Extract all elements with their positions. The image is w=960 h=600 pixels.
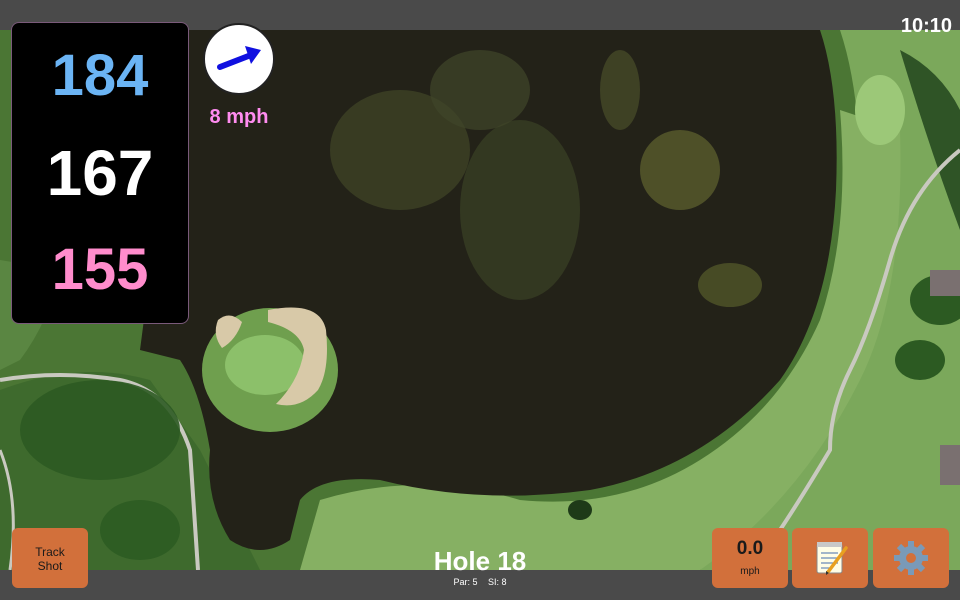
shot-speed-button[interactable]: 0.0 mph — [712, 528, 788, 588]
clock: 10:10 — [900, 15, 952, 37]
track-shot-label-line2: Shot — [37, 559, 63, 573]
shot-speed-value: 0.0 — [736, 538, 764, 559]
wind-indicator — [203, 23, 275, 95]
gear-icon — [894, 541, 928, 575]
shot-speed-unit: mph — [740, 566, 760, 577]
front-distance: 155 — [51, 237, 149, 302]
hole-info: Par: 5 SI: 8 — [380, 577, 580, 587]
track-shot-label-line1: Track — [35, 545, 65, 559]
notes-button[interactable] — [792, 528, 868, 588]
distance-panel: 184 167 155 — [11, 22, 189, 324]
hole-par: Par: 5 — [453, 577, 478, 587]
wind-speed-label: 8 mph — [209, 106, 269, 128]
middle-distance: 167 — [46, 137, 154, 209]
tee-box — [855, 75, 905, 145]
back-distance: 184 — [51, 43, 149, 108]
track-shot-button[interactable]: Track Shot — [12, 528, 88, 588]
hole-title: Hole 18 — [433, 546, 527, 576]
settings-button[interactable] — [873, 528, 949, 588]
hole-stroke-index: SI: 8 — [488, 577, 507, 587]
notepad-icon — [816, 542, 848, 575]
wind-arrow-icon — [217, 46, 261, 70]
